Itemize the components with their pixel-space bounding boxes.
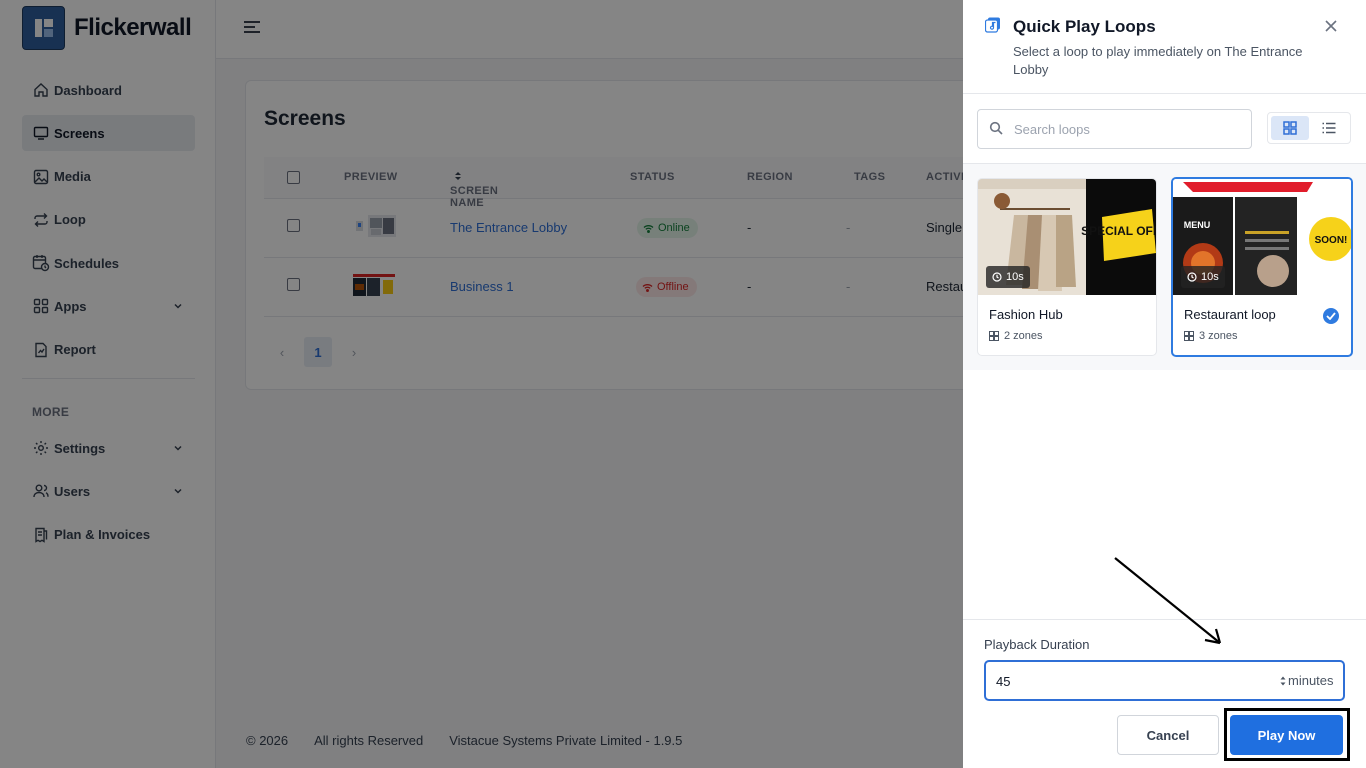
playback-duration-field: minutes <box>984 660 1345 701</box>
loop-zones: 2 zones <box>989 330 1043 342</box>
playlist-icon <box>984 17 1001 33</box>
modal-backdrop[interactable] <box>0 0 963 768</box>
preview-menu-text: MENU <box>1184 220 1211 230</box>
loop-zones: 3 zones <box>1184 330 1238 342</box>
clock-icon <box>1187 272 1197 282</box>
zones-icon <box>989 331 999 341</box>
selected-check-icon <box>1323 308 1339 324</box>
annotation-arrow-icon <box>1114 557 1222 645</box>
list-view-button[interactable] <box>1310 116 1348 140</box>
clock-icon <box>992 272 1002 282</box>
drawer-header: Quick Play Loops Select a loop to play i… <box>963 0 1366 94</box>
preview-soon-text: SOON! <box>1315 235 1348 246</box>
drawer-subtitle: Select a loop to play immediately on The… <box>1013 44 1303 77</box>
stepper-icon[interactable] <box>1279 675 1287 687</box>
loop-card-restaurant-loop[interactable]: MENU SOON! 10s Restaurant loop 3 zones <box>1171 177 1353 357</box>
drawer-title: Quick Play Loops <box>1013 17 1156 36</box>
grid-view-icon <box>1283 121 1297 135</box>
playback-duration-unit: minutes <box>1288 673 1334 688</box>
view-toggle <box>1267 112 1351 144</box>
duration-badge: 10s <box>1181 266 1225 288</box>
drawer-toolbar <box>963 94 1366 164</box>
list-view-icon <box>1322 122 1336 134</box>
play-now-button[interactable]: Play Now <box>1230 715 1343 755</box>
close-icon[interactable] <box>1324 19 1338 33</box>
loop-grid: SPECIAL OFFER 10s Fashion Hub 2 zones <box>963 164 1366 370</box>
preview-text-special: SPECIAL OFFER <box>1081 224 1156 238</box>
playback-duration-label: Playback Duration <box>984 637 1090 652</box>
zones-icon <box>1184 331 1194 341</box>
search-input[interactable] <box>977 109 1252 149</box>
quick-play-drawer: Quick Play Loops Select a loop to play i… <box>963 0 1366 768</box>
cancel-button[interactable]: Cancel <box>1117 715 1219 755</box>
search-icon <box>989 121 1003 135</box>
loop-card-fashion-hub[interactable]: SPECIAL OFFER 10s Fashion Hub 2 zones <box>977 178 1157 356</box>
grid-view-button[interactable] <box>1271 116 1309 140</box>
loop-name: Restaurant loop <box>1184 307 1276 322</box>
playback-duration-input[interactable] <box>996 670 1266 692</box>
duration-badge: 10s <box>986 266 1030 288</box>
loop-name: Fashion Hub <box>989 307 1063 322</box>
